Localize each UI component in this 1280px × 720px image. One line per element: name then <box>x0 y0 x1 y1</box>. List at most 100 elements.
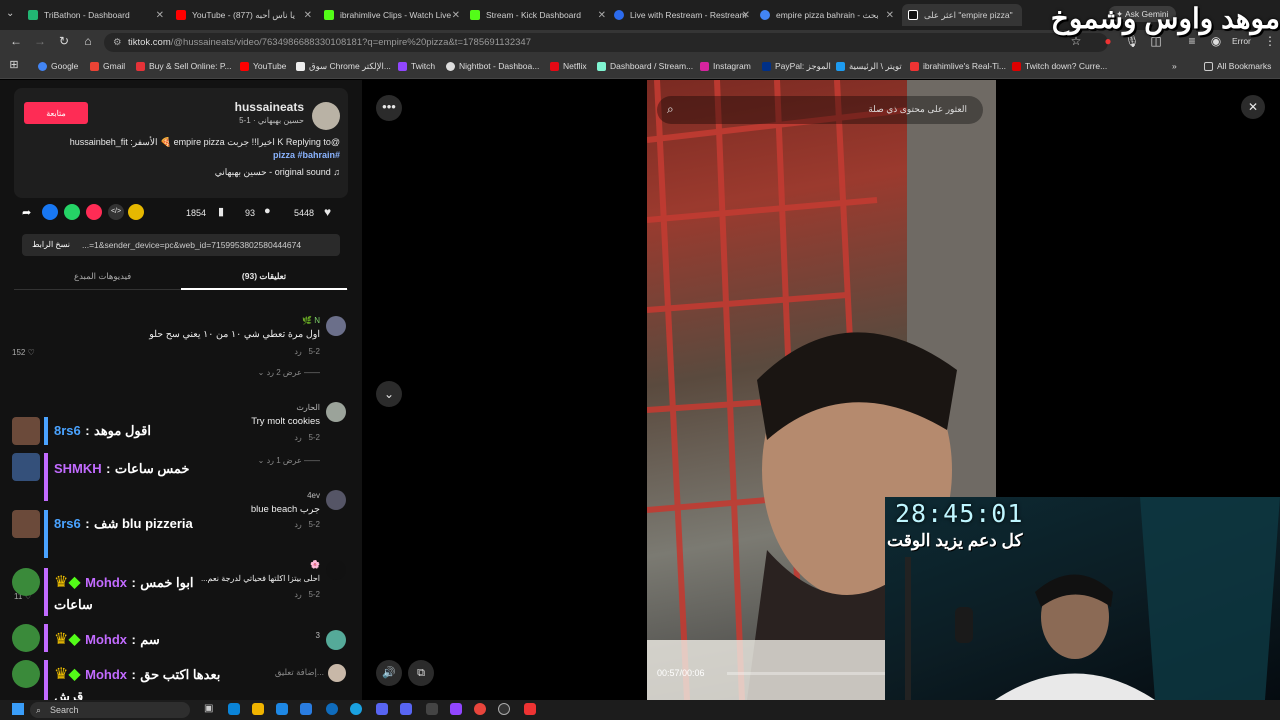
app-icon[interactable] <box>276 703 288 715</box>
obs-icon[interactable] <box>498 703 510 715</box>
tab-kick-dashboard[interactable]: Stream - Kick Dashboard ✕ <box>470 4 610 26</box>
bookmark-netflix[interactable]: Netflix <box>550 61 587 71</box>
comment-avatar[interactable] <box>326 490 346 510</box>
edge-icon[interactable] <box>350 703 362 715</box>
bookmark-realtime[interactable]: ibrahimlive's Real-Ti... <box>910 61 1006 71</box>
comment-bubble-icon[interactable]: ● <box>264 205 271 217</box>
url-input[interactable]: ⚙ tiktok.com/@hussaineats/video/763498668… <box>104 33 1108 52</box>
back-icon[interactable]: ← <box>8 34 24 48</box>
tab-youtube[interactable]: YouTube - يا ناس أحبه (877) ✕ <box>176 4 316 26</box>
close-icon[interactable]: ✕ <box>1241 95 1265 119</box>
tab-tribathon[interactable]: TriBathon - Dashboard ✕ <box>28 4 168 26</box>
related-search-input[interactable]: ⌕ العثور على محتوى ذي صلة <box>657 96 983 124</box>
profile-icon[interactable]: ◉ <box>1208 34 1224 48</box>
author-username[interactable]: hussaineats <box>180 100 304 114</box>
post-link-text[interactable]: ...=1&sender_device=pc&web_id=7159953802… <box>82 240 334 250</box>
bookmark-instagram[interactable]: Instagram <box>700 61 751 71</box>
app-icon[interactable] <box>450 703 462 715</box>
follow-button[interactable]: متابعة <box>24 102 88 124</box>
tab-comments[interactable]: تعليقات (93) <box>181 266 347 290</box>
bookmark-paypal[interactable]: PayPal: الموجز <box>762 61 831 72</box>
bookmark-twitter[interactable]: تويتر \ الرئيسية <box>836 61 902 72</box>
comment-author[interactable]: N 🌿 <box>200 316 320 325</box>
app-icon[interactable] <box>376 703 388 715</box>
app-icon[interactable] <box>524 703 536 715</box>
taskbar-search-input[interactable]: ⌕ Search <box>30 702 190 718</box>
tab-restream[interactable]: Live with Restream - Restream ✕ <box>614 4 754 26</box>
close-icon[interactable]: ✕ <box>598 10 606 21</box>
apps-grid-icon[interactable]: ⊞ <box>6 58 22 71</box>
extension-icon[interactable]: ● <box>1100 34 1116 48</box>
bookmark-gmail[interactable]: Gmail <box>90 61 125 71</box>
post-sound[interactable]: ♫ original sound - حسين بهبهاني <box>30 167 340 178</box>
comment-avatar[interactable] <box>326 560 346 580</box>
app-icon[interactable] <box>426 703 438 715</box>
bookmark-chrome-store[interactable]: سوق Chrome الإلكتر... <box>296 61 391 72</box>
facebook-icon[interactable] <box>42 204 58 220</box>
comment-avatar[interactable] <box>326 630 346 650</box>
copy-link-button[interactable]: نسخ الرابط <box>26 236 76 254</box>
embed-icon[interactable]: </> <box>108 204 124 220</box>
bookmark-nightbot[interactable]: Nightbot - Dashboa... <box>446 61 539 71</box>
all-bookmarks[interactable]: All Bookmarks <box>1204 61 1271 71</box>
more-options-icon[interactable]: ••• <box>376 95 402 121</box>
bookmark-google[interactable]: Google <box>38 61 78 71</box>
task-view-icon[interactable]: ▣ <box>204 703 213 714</box>
bookmark-icon[interactable]: ▮ <box>218 205 224 218</box>
extensions-puzzle-icon[interactable]: ◫ <box>1148 34 1164 48</box>
tab-creator-videos[interactable]: فيديوهات المبدع <box>74 271 131 282</box>
reply-link[interactable]: رد <box>294 520 301 529</box>
reload-icon[interactable]: ↻ <box>56 34 72 48</box>
comment-avatar[interactable] <box>326 402 346 422</box>
bookmark-star-icon[interactable]: ☆ <box>1068 34 1084 48</box>
home-icon[interactable]: ⌂ <box>80 34 96 48</box>
reply-link[interactable]: رد <box>294 347 301 356</box>
close-icon[interactable]: ✕ <box>742 10 750 21</box>
bookmark-youtube[interactable]: YouTube <box>240 61 286 71</box>
gift-icon[interactable] <box>128 204 144 220</box>
bookmark-streamlabs[interactable]: Dashboard / Stream... <box>597 61 693 71</box>
whatsapp-icon[interactable] <box>64 204 80 220</box>
comment-author[interactable]: 🌸 <box>200 560 320 569</box>
windows-start-icon[interactable] <box>12 703 24 715</box>
comment-author[interactable]: 4ev <box>200 491 320 500</box>
author-avatar[interactable] <box>312 102 340 130</box>
add-comment-input[interactable]: إضافة تعليق... <box>240 662 324 682</box>
app-icon[interactable] <box>228 703 240 715</box>
discord-icon[interactable] <box>400 703 412 715</box>
tab-google-search[interactable]: empire pizza bahrain - بحث ✕ <box>760 4 898 26</box>
tab-tiktok-active[interactable]: اعثر على "empire pizza" <box>902 4 1022 26</box>
close-icon[interactable]: ✕ <box>156 10 164 21</box>
app-icon[interactable] <box>326 703 338 715</box>
bookmarks-overflow-icon[interactable]: » <box>1172 61 1177 71</box>
microphone-icon[interactable]: 🎙 <box>1124 34 1140 48</box>
close-icon[interactable]: ✕ <box>452 10 460 21</box>
tab-kick-clips[interactable]: ibrahimlive Clips - Watch Live ✕ <box>324 4 464 26</box>
picture-in-picture-icon[interactable]: ⧉ <box>408 660 434 686</box>
media-controls-icon[interactable]: ≡ <box>1184 34 1200 48</box>
bookmark-twitch[interactable]: Twitch <box>398 61 435 71</box>
next-video-chevron-icon[interactable]: ⌄ <box>376 381 402 407</box>
close-icon[interactable]: ✕ <box>304 10 312 21</box>
menu-kebab-icon[interactable]: ⋮ <box>1262 34 1278 48</box>
comment-avatar[interactable] <box>326 316 346 336</box>
bookmark-twitch-down[interactable]: Twitch down? Curre... <box>1012 61 1107 71</box>
post-hashtags[interactable]: #pizza #bahrain <box>30 150 340 160</box>
forward-icon[interactable]: → <box>32 34 48 48</box>
error-badge[interactable]: Error <box>1232 36 1251 46</box>
close-icon[interactable]: ✕ <box>886 10 894 21</box>
tiktok-share-icon[interactable] <box>86 204 102 220</box>
heart-outline-icon[interactable]: ♡ <box>28 348 35 357</box>
app-icon[interactable] <box>300 703 312 715</box>
comment-author[interactable]: الحارث <box>200 403 320 412</box>
tab-search-icon[interactable]: ⌄ <box>6 8 14 19</box>
bookmark-ebay[interactable]: Buy & Sell Online: P... <box>136 61 232 71</box>
reply-link[interactable]: رد <box>294 433 301 442</box>
share-icon[interactable]: ➦ <box>22 206 31 219</box>
view-replies-button[interactable]: —— عرض 2 رد ⌄ <box>200 368 320 377</box>
heart-icon[interactable]: ♥ <box>324 205 331 219</box>
file-explorer-icon[interactable] <box>252 703 264 715</box>
site-info-icon[interactable]: ⚙ <box>113 33 122 52</box>
volume-icon[interactable]: 🔊 <box>376 660 402 686</box>
chrome-icon[interactable] <box>474 703 486 715</box>
